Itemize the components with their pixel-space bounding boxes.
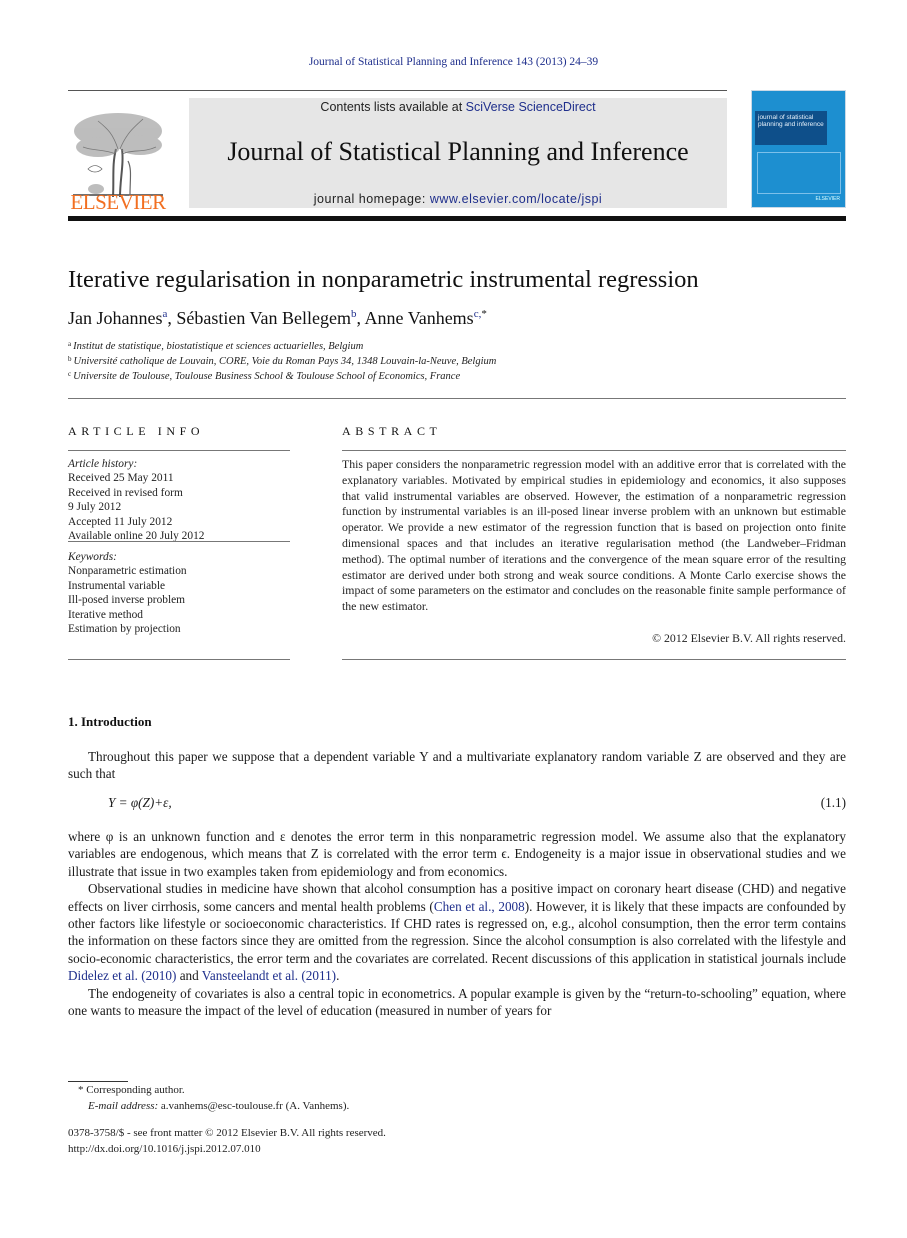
history-item: Received in revised form: [68, 486, 183, 499]
affiliation-text: Universite de Toulouse, Toulouse Busines…: [73, 371, 461, 382]
homepage-prefix: journal homepage:: [313, 192, 430, 206]
running-head[interactable]: Journal of Statistical Planning and Infe…: [0, 56, 907, 68]
citation-link[interactable]: Chen et al., 2008: [434, 899, 525, 914]
keyword: Estimation by projection: [68, 623, 181, 636]
history-label: Article history:: [68, 458, 138, 470]
email-label: E-mail address:: [88, 1099, 159, 1112]
contents-prefix: Contents lists available at: [320, 100, 466, 114]
equation: Y = φ(Z)+ε,: [108, 795, 172, 810]
body-paragraph: Observational studies in medicine have s…: [68, 880, 846, 984]
affiliation: b Université catholique de Louvain, CORE,…: [68, 355, 496, 367]
affiliation-key: b: [68, 355, 72, 363]
affiliation-key: a: [68, 340, 72, 348]
contents-line: Contents lists available at SciVerse Sci…: [189, 100, 727, 114]
section-heading: 1. Introduction: [68, 714, 152, 729]
history-item: Received 25 May 2011: [68, 472, 174, 485]
body-paragraph: The endogeneity of covariates is also a …: [68, 985, 846, 1019]
email-address[interactable]: a.vanhems@esc-toulouse.fr (A. Vanhems).: [158, 1100, 349, 1112]
corresponding-author-marker[interactable]: *: [481, 308, 487, 320]
cover-publisher: ELSEVIER: [815, 196, 840, 202]
issn-line: 0378-3758/$ - see front matter © 2012 El…: [68, 1127, 386, 1139]
homepage-link[interactable]: www.elsevier.com/locate/jspi: [430, 192, 602, 206]
paper-title: Iterative regularisation in nonparametri…: [68, 266, 699, 293]
citation-link[interactable]: Didelez et al. (2010): [68, 968, 176, 983]
citation-link[interactable]: Vansteelandt et al. (2011): [202, 968, 336, 983]
abstract-heading: ABSTRACT: [342, 424, 442, 438]
divider: [68, 659, 290, 660]
cover-frame: [757, 152, 841, 194]
text-run: .: [336, 968, 340, 984]
footnote-rule: [68, 1081, 128, 1082]
author-name: Sébastien Van Bellegem: [176, 308, 352, 328]
history-item: Accepted 11 July 2012: [68, 515, 173, 528]
affiliation-text: Institut de statistique, biostatistique …: [73, 341, 364, 352]
sciencedirect-link[interactable]: SciVerse ScienceDirect: [466, 100, 596, 114]
affiliation-text: Université catholique de Louvain, CORE, …: [73, 356, 497, 367]
divider: [68, 450, 290, 451]
abstract-text: This paper considers the nonparametric r…: [342, 457, 846, 614]
author-name: Jan Johannes: [68, 308, 163, 328]
article-info-heading: ARTICLE INFO: [68, 424, 205, 438]
divider: [68, 541, 290, 542]
keyword: Instrumental variable: [68, 579, 166, 592]
journal-title: Journal of Statistical Planning and Infe…: [227, 137, 689, 166]
equation-number: (1.1): [820, 795, 846, 810]
footnotes: * Corresponding author. E-mail address: …: [78, 1083, 349, 1114]
keywords: Keywords: Nonparametric estimation Instr…: [68, 550, 290, 636]
cover-title: journal of statistical planning and infe…: [758, 114, 824, 128]
affiliation: c Universite de Toulouse, Toulouse Busine…: [68, 370, 460, 382]
keyword: Iterative method: [68, 608, 143, 621]
author-name: Anne Vanhems: [364, 308, 474, 328]
divider: [68, 398, 846, 399]
affiliation: a Institut de statistique, biostatistique…: [68, 340, 363, 352]
publication-meta: 0378-3758/$ - see front matter © 2012 El…: [68, 1126, 386, 1157]
homepage-line: journal homepage: www.elsevier.com/locat…: [189, 192, 727, 206]
abstract-copyright: © 2012 Elsevier B.V. All rights reserved…: [652, 631, 846, 645]
email-note: E-mail address: a.vanhems@esc-toulouse.f…: [78, 1099, 349, 1115]
author-affiliation-link[interactable]: b: [351, 308, 357, 320]
keyword: Ill-posed inverse problem: [68, 594, 186, 607]
body-text-block: where φ is an unknown function and ε den…: [68, 828, 846, 1019]
history-item: 9 July 2012: [68, 501, 122, 514]
header-rule: [68, 90, 727, 91]
body-paragraph: Throughout this paper we suppose that a …: [68, 749, 846, 782]
keyword: Nonparametric estimation: [68, 565, 187, 578]
elsevier-logo-text[interactable]: ELSEVIER: [68, 190, 168, 215]
divider: [342, 450, 846, 451]
article-history: Article history: Received 25 May 2011 Re…: [68, 457, 290, 543]
divider: [342, 659, 846, 660]
body-paragraph: where φ is an unknown function and ε den…: [68, 829, 846, 879]
corresponding-author-note: * Corresponding author.: [78, 1084, 185, 1096]
doi-link[interactable]: http://dx.doi.org/10.1016/j.jspi.2012.07…: [68, 1142, 386, 1158]
header-thick-rule: [68, 216, 846, 221]
keywords-label: Keywords:: [68, 551, 117, 563]
text-run: and: [176, 968, 202, 984]
author-affiliation-link[interactable]: a: [162, 308, 167, 320]
author-list: Jan Johannesa, Sébastien Van Bellegemb, …: [68, 308, 487, 328]
affiliation-key: c: [68, 370, 72, 378]
